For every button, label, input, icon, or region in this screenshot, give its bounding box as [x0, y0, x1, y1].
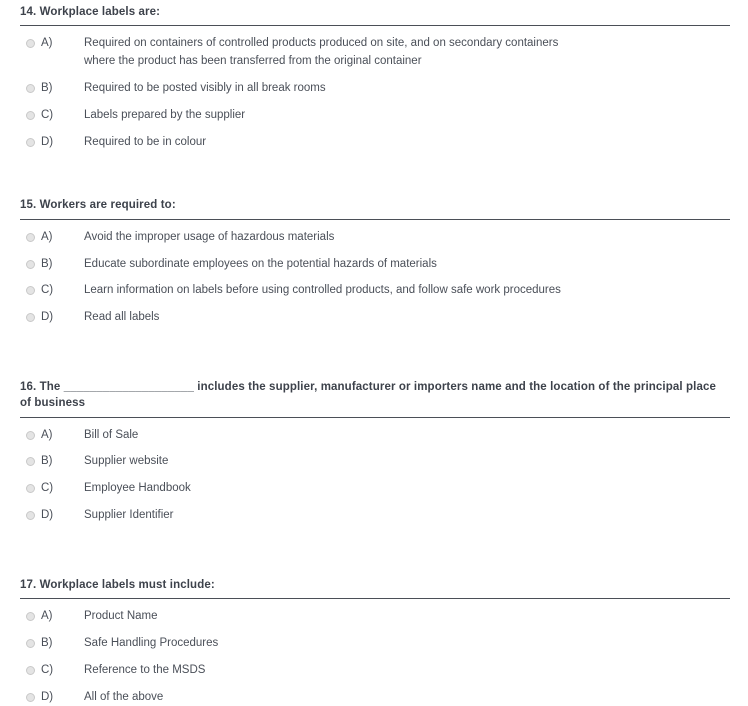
option-letter: D): [41, 690, 54, 703]
question-16: 16. The ____________________ includes th…: [0, 379, 748, 525]
quiz-form: 14. Workplace labels are: A) Required on…: [0, 0, 748, 706]
option-letter: B): [41, 81, 53, 94]
radio-button-icon[interactable]: [26, 484, 35, 494]
option-letter: A): [41, 230, 53, 243]
radio-button-icon[interactable]: [26, 259, 35, 269]
option-letter: C): [41, 663, 54, 676]
radio-button-icon[interactable]: [26, 110, 35, 120]
option-row[interactable]: B) Required to be posted visibly in all …: [20, 71, 730, 98]
radio-button-icon[interactable]: [26, 665, 35, 675]
option-row[interactable]: B) Educate subordinate employees on the …: [20, 247, 730, 274]
option-letter: D): [41, 509, 54, 522]
option-row[interactable]: D) Supplier Identifier: [20, 498, 730, 525]
radio-button-icon[interactable]: [26, 83, 35, 93]
option-text: Read all labels: [84, 311, 160, 324]
option-row[interactable]: C) Labels prepared by the supplier: [20, 98, 730, 125]
option-text: Required to be posted visibly in all bre…: [84, 81, 326, 94]
option-letter: D): [41, 311, 54, 324]
option-letter: A): [41, 37, 53, 50]
question-14-heading: 14. Workplace labels are:: [20, 6, 161, 18]
option-row[interactable]: A) Product Name: [20, 599, 730, 626]
question-15-options: A) Avoid the improper usage of hazardous…: [20, 220, 730, 327]
question-16-options: A) Bill of Sale B) Supplier website C) E…: [20, 418, 730, 525]
question-14-options: A) Required on containers of controlled …: [20, 26, 730, 151]
option-row[interactable]: C) Reference to the MSDS: [20, 653, 730, 680]
option-text: Product Name: [84, 610, 158, 623]
option-letter: A): [41, 428, 53, 441]
question-16-heading: 16. The ____________________ includes th…: [20, 380, 716, 410]
option-row[interactable]: D) All of the above: [20, 680, 730, 706]
option-letter: B): [41, 637, 53, 650]
option-text: All of the above: [84, 690, 164, 703]
question-15-heading: 15. Workers are required to:: [20, 199, 176, 212]
option-text: Avoid the improper usage of hazardous ma…: [84, 230, 335, 243]
option-letter: A): [41, 610, 53, 623]
radio-button-icon[interactable]: [26, 286, 35, 296]
question-15: 15. Workers are required to: A) Avoid th…: [0, 197, 748, 327]
radio-button-icon[interactable]: [26, 457, 35, 467]
option-text: Employee Handbook: [84, 482, 191, 495]
option-text: Bill of Sale: [84, 428, 139, 441]
option-text: Educate subordinate employees on the pot…: [84, 257, 437, 270]
radio-button-icon[interactable]: [26, 232, 35, 242]
option-row[interactable]: D) Required to be in colour: [20, 125, 730, 152]
radio-button-icon[interactable]: [26, 39, 35, 49]
option-row[interactable]: B) Safe Handling Procedures: [20, 626, 730, 653]
option-row[interactable]: A) Required on containers of controlled …: [20, 26, 730, 71]
radio-button-icon[interactable]: [26, 612, 35, 622]
option-row[interactable]: C) Employee Handbook: [20, 471, 730, 498]
option-text: Reference to the MSDS: [84, 663, 206, 676]
option-text: Safe Handling Procedures: [84, 637, 219, 650]
option-row[interactable]: B) Supplier website: [20, 444, 730, 471]
option-letter: D): [41, 135, 54, 148]
option-text: Required to be in colour: [84, 135, 207, 148]
option-text: Learn information on labels before using…: [84, 284, 561, 297]
radio-button-icon[interactable]: [26, 430, 35, 440]
radio-button-icon[interactable]: [26, 511, 35, 521]
option-letter: C): [41, 284, 54, 297]
radio-button-icon[interactable]: [26, 692, 35, 702]
option-text: Required on containers of controlled pro…: [84, 35, 730, 71]
option-letter: B): [41, 257, 53, 270]
question-14: 14. Workplace labels are: A) Required on…: [0, 4, 748, 151]
radio-button-icon[interactable]: [26, 313, 35, 323]
option-row[interactable]: C) Learn information on labels before us…: [20, 273, 730, 300]
option-text: Supplier website: [84, 455, 169, 468]
option-letter: C): [41, 482, 54, 495]
radio-button-icon[interactable]: [26, 137, 35, 147]
option-letter: B): [41, 455, 53, 468]
radio-button-icon[interactable]: [26, 639, 35, 649]
option-letter: C): [41, 108, 54, 121]
option-text: Labels prepared by the supplier: [84, 108, 246, 121]
option-row[interactable]: A) Avoid the improper usage of hazardous…: [20, 220, 730, 247]
option-text: Supplier Identifier: [84, 509, 174, 522]
option-row[interactable]: A) Bill of Sale: [20, 418, 730, 445]
question-17-heading: 17. Workplace labels must include:: [20, 578, 215, 591]
option-text-line1: Required on containers of controlled pro…: [84, 37, 559, 50]
question-17-options: A) Product Name B) Safe Handling Procedu…: [20, 599, 730, 706]
option-row[interactable]: D) Read all labels: [20, 300, 730, 327]
option-text-line2: where the product has been transferred f…: [84, 55, 422, 68]
